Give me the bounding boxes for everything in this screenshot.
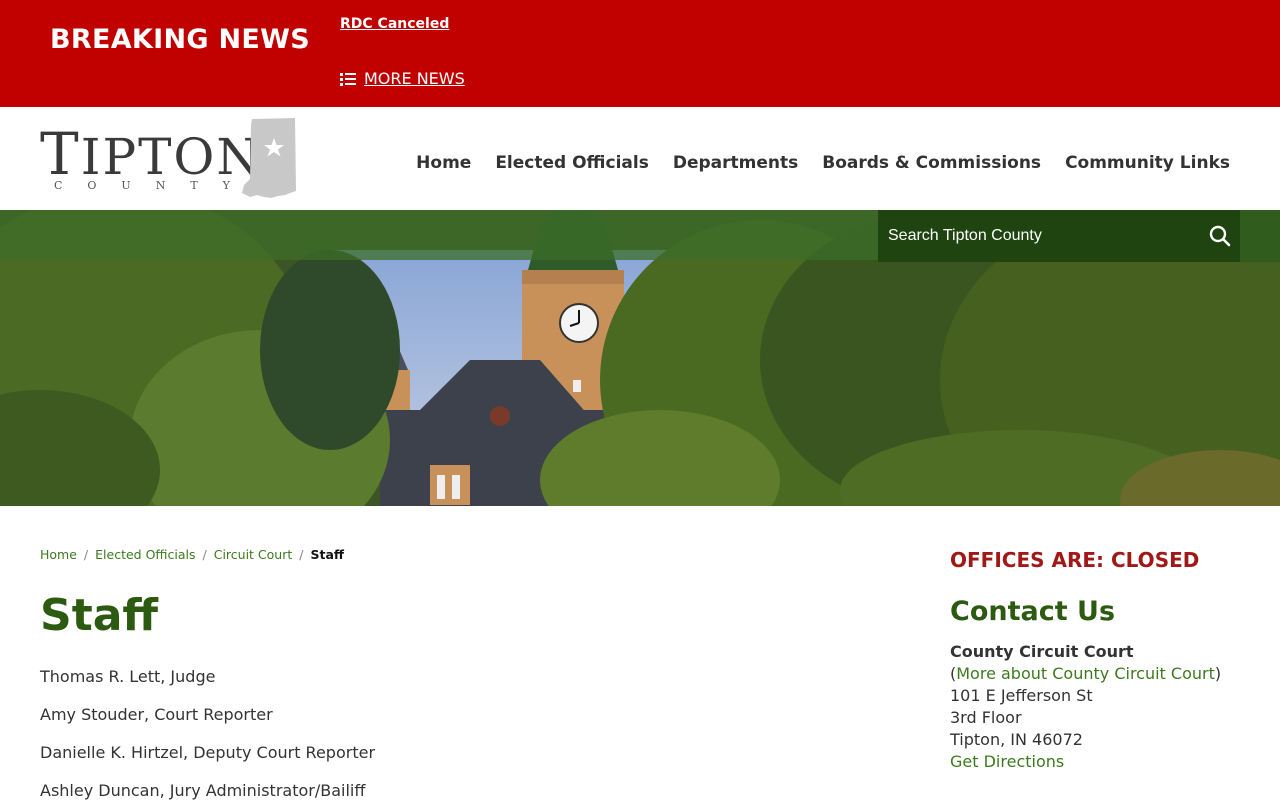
breadcrumb-elected-officials[interactable]: Elected Officials xyxy=(95,547,195,562)
search-input[interactable] xyxy=(878,210,1200,262)
breaking-news-bar: BREAKING NEWS RDC Canceled MORE NEWS xyxy=(0,0,1280,107)
list-icon xyxy=(340,72,356,86)
staff-item: Danielle K. Hirtzel, Deputy Court Report… xyxy=(40,743,376,762)
more-news-link[interactable]: MORE NEWS xyxy=(340,69,465,88)
nav-boards-commissions[interactable]: Boards & Commissions xyxy=(822,153,1041,173)
site-logo[interactable]: TIPTON COUNTY xyxy=(40,117,300,203)
breaking-news-link[interactable]: RDC Canceled xyxy=(340,16,449,32)
hero-band-edge xyxy=(1240,210,1280,262)
address-city: Tipton, IN 46072 xyxy=(950,730,1083,749)
nav-community-links[interactable]: Community Links xyxy=(1065,153,1230,173)
staff-item: Ashley Duncan, Jury Administrator/Bailif… xyxy=(40,781,366,800)
search-button[interactable] xyxy=(1200,210,1240,262)
address-line-1: 101 E Jefferson St xyxy=(950,686,1093,705)
contact-details: County Circuit Court (More about County … xyxy=(950,641,1221,773)
breadcrumb: Home / Elected Officials / Circuit Court… xyxy=(40,547,344,562)
nav-departments[interactable]: Departments xyxy=(673,153,798,173)
nav-elected-officials[interactable]: Elected Officials xyxy=(495,153,649,173)
logo-wordmark: TIPTON xyxy=(40,120,263,188)
breadcrumb-separator: / xyxy=(299,547,304,562)
breadcrumb-circuit-court[interactable]: Circuit Court xyxy=(214,547,293,562)
main-content: Home / Elected Officials / Circuit Court… xyxy=(0,506,1280,800)
site-header: TIPTON COUNTY Home Elected Officials Dep… xyxy=(0,107,1280,210)
breadcrumb-separator: / xyxy=(202,547,207,562)
breadcrumb-separator: / xyxy=(83,547,89,562)
breadcrumb-current: Staff xyxy=(310,547,345,562)
office-status: OFFICES ARE: CLOSED xyxy=(950,548,1200,572)
nav-home[interactable]: Home xyxy=(416,153,471,173)
address-line-2: 3rd Floor xyxy=(950,708,1022,727)
page-title: Staff xyxy=(40,590,159,641)
search-icon xyxy=(1209,225,1231,247)
staff-item: Amy Stouder, Court Reporter xyxy=(40,705,273,724)
more-about-link[interactable]: More about County Circuit Court xyxy=(956,664,1215,683)
site-search xyxy=(878,210,1240,262)
logo-subtitle: COUNTY xyxy=(54,179,255,192)
breaking-news-title: BREAKING NEWS xyxy=(50,24,311,55)
office-name: County Circuit Court xyxy=(950,642,1134,661)
more-news-label: MORE NEWS xyxy=(364,69,465,88)
get-directions-link[interactable]: Get Directions xyxy=(950,752,1064,771)
contact-heading: Contact Us xyxy=(950,596,1116,627)
more-about-line: (More about County Circuit Court) xyxy=(950,664,1222,683)
main-nav: Home Elected Officials Departments Board… xyxy=(416,153,1230,173)
hero-banner xyxy=(0,210,1280,506)
staff-list: Thomas R. Lett, Judge Amy Stouder, Court… xyxy=(40,666,375,800)
breadcrumb-home[interactable]: Home xyxy=(40,547,77,562)
staff-item: Thomas R. Lett, Judge xyxy=(40,667,216,686)
indiana-state-icon xyxy=(242,118,296,198)
contact-sidebar: OFFICES ARE: CLOSED Contact Us County Ci… xyxy=(950,548,1250,771)
